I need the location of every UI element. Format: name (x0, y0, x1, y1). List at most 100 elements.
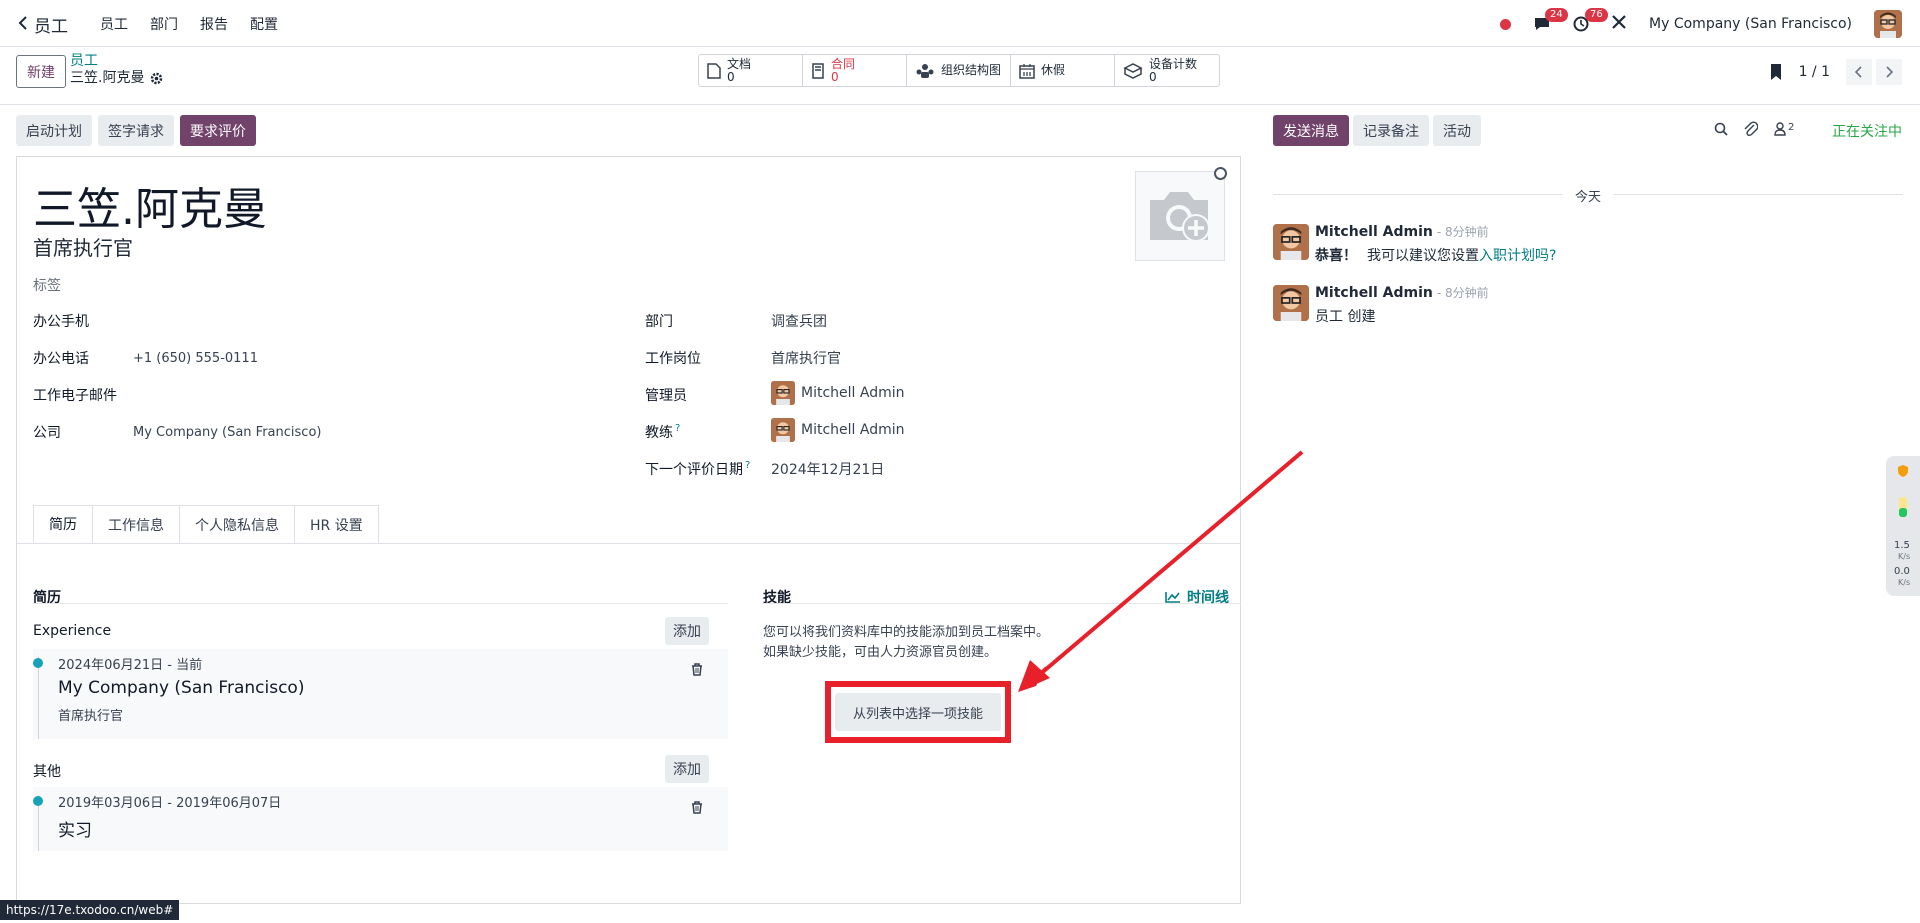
search-icon[interactable] (1714, 122, 1728, 136)
pager-prev-button[interactable] (1846, 59, 1872, 85)
gear-icon[interactable] (150, 72, 163, 85)
smart-button-label: 文档 (727, 56, 752, 71)
org-chart-icon (916, 63, 934, 78)
log-note-button[interactable]: 记录备注 (1353, 115, 1429, 146)
following-status[interactable]: 正在关注中 (1832, 121, 1902, 141)
bookmark-icon[interactable] (1769, 63, 1783, 81)
recording-dot-icon[interactable] (1500, 18, 1512, 30)
field-work-email: 工作电子邮件 (33, 385, 117, 405)
chatter-buttons: 发送消息 记录备注 活动 (1273, 115, 1481, 146)
field-mobile: 办公手机 (33, 311, 89, 331)
trash-icon[interactable] (691, 663, 703, 676)
help-icon[interactable]: ? (745, 460, 750, 471)
field-company: 公司 My Company (San Francisco) (33, 422, 321, 442)
paperclip-icon[interactable] (1744, 121, 1758, 137)
other-date: 2019年03月06日 - 2019年06月07日 (58, 796, 282, 811)
field-label: 工作电子邮件 (33, 388, 117, 404)
network-speed-widget[interactable]: 1.5 K/s 0.0 K/s (1886, 456, 1920, 596)
employee-photo[interactable] (1135, 171, 1225, 261)
followers-button[interactable]: 2 (1774, 122, 1794, 136)
field-job-position: 工作岗位 首席执行官 (645, 348, 841, 368)
gauge-icon (1899, 497, 1907, 517)
author-name[interactable]: Mitchell Admin (1315, 224, 1433, 240)
experience-date: 2024年06月21日 - 当前 (58, 658, 203, 673)
other-name: 实习 (58, 821, 92, 841)
equipment-icon (1123, 62, 1143, 79)
smart-button-label: 合同 (831, 56, 856, 71)
field-label: 管理员 (645, 388, 687, 404)
menu-item-departments[interactable]: 部门 (150, 14, 178, 34)
menu-item-configuration[interactable]: 配置 (250, 14, 278, 34)
field-label: 办公电话 (33, 351, 89, 367)
company-switcher[interactable]: My Company (San Francisco) (1649, 16, 1852, 32)
add-other-button[interactable]: 添加 (665, 755, 709, 783)
manager-name: Mitchell Admin (801, 385, 905, 401)
separator-line (1613, 194, 1903, 195)
tab-private-info[interactable]: 个人隐私信息 (179, 505, 295, 543)
menu-item-employees[interactable]: 员工 (100, 14, 128, 34)
activities-menu[interactable]: 76 (1573, 8, 1608, 32)
shield-icon (1898, 465, 1908, 477)
company-input[interactable]: My Company (San Francisco) (133, 425, 321, 440)
new-button[interactable]: 新建 (16, 55, 66, 88)
tags-field[interactable]: 标签 (33, 275, 61, 295)
signature-request-button[interactable]: 签字请求 (98, 115, 174, 146)
timeline-dot (33, 658, 43, 668)
add-experience-button[interactable]: 添加 (665, 617, 709, 645)
smart-button-label: 组织结构图 (941, 63, 1002, 77)
tab-resume[interactable]: 简历 (33, 505, 93, 543)
department-input[interactable]: 调查兵团 (771, 311, 827, 331)
status-circle-icon[interactable] (1214, 167, 1227, 180)
field-label: 办公手机 (33, 314, 89, 330)
experience-title: Experience (33, 623, 112, 639)
smart-button-equipment[interactable]: 设备计数 0 (1115, 55, 1219, 86)
field-manager: 管理员 Mitchell Admin (645, 381, 905, 405)
work-phone-input[interactable]: +1 (650) 555-0111 (133, 351, 258, 366)
upload-unit: K/s (1898, 552, 1911, 561)
trash-icon[interactable] (691, 801, 703, 814)
job-position-input[interactable]: 首席执行官 (771, 348, 841, 368)
date-separator: 今天 (1273, 186, 1903, 205)
manager-input[interactable]: Mitchell Admin (771, 381, 905, 405)
user-avatar[interactable] (1874, 10, 1902, 38)
next-appraisal-input[interactable]: 2024年12月21日 (771, 459, 884, 479)
field-next-appraisal: 下一个评价日期? 2024年12月21日 (645, 459, 884, 479)
message-body: 恭喜！ 我可以建议您设置入职计划吗? (1315, 245, 1556, 265)
field-label: 部门 (645, 314, 673, 330)
messages-menu[interactable]: 24 (1533, 8, 1568, 32)
tab-hr-settings[interactable]: HR 设置 (294, 505, 379, 543)
help-icon[interactable]: ? (675, 423, 680, 434)
author-name[interactable]: Mitchell Admin (1315, 285, 1433, 301)
smart-button-documents[interactable]: 文档 0 (699, 55, 803, 86)
resume-title: 简历 (33, 590, 61, 606)
menu-item-reporting[interactable]: 报告 (200, 14, 228, 34)
employee-form-sheet: 三笠.阿克曼 首席执行官 标签 办公手机 办公电话 +1 (650) 555-0… (16, 156, 1241, 904)
app-home-link[interactable]: 员工 (18, 12, 68, 37)
contract-icon (812, 62, 824, 79)
systray: 24 76 My Company (San Francisco) (1500, 8, 1902, 38)
job-title-field[interactable]: 首席执行官 (33, 232, 133, 261)
other-title: 其他 (33, 764, 61, 780)
send-message-button[interactable]: 发送消息 (1273, 115, 1349, 146)
author-avatar[interactable] (1273, 285, 1309, 321)
smart-button-org-chart[interactable]: 组织结构图 (907, 55, 1011, 86)
breadcrumb-parent[interactable]: 员工 (70, 53, 163, 70)
author-avatar[interactable] (1273, 224, 1309, 260)
smart-button-time-off[interactable]: 休假 (1011, 55, 1115, 86)
employee-name-field[interactable]: 三笠.阿克曼 (33, 173, 267, 237)
request-appraisal-button[interactable]: 要求评价 (180, 115, 256, 146)
pager-next-button[interactable] (1876, 59, 1902, 85)
launch-plan-button[interactable]: 启动计划 (16, 115, 92, 146)
message-body: 员工 创建 (1315, 309, 1376, 325)
tools-icon[interactable] (1611, 14, 1627, 34)
skills-timeline-link[interactable]: 时间线 (1165, 587, 1229, 607)
onboarding-plan-link[interactable]: 入职计划吗? (1479, 248, 1556, 264)
message-author: Mitchell Admin - 8分钟前 (1315, 223, 1489, 240)
coach-input[interactable]: Mitchell Admin (771, 418, 905, 442)
smart-button-contracts[interactable]: 合同 0 (803, 55, 907, 86)
message-text: 我可以建议您设置 (1367, 248, 1479, 264)
tab-work-info[interactable]: 工作信息 (92, 505, 180, 543)
download-speed: 0.0 (1894, 566, 1910, 577)
activity-button[interactable]: 活动 (1433, 115, 1481, 146)
pager-value[interactable]: 1 / 1 (1799, 64, 1830, 80)
